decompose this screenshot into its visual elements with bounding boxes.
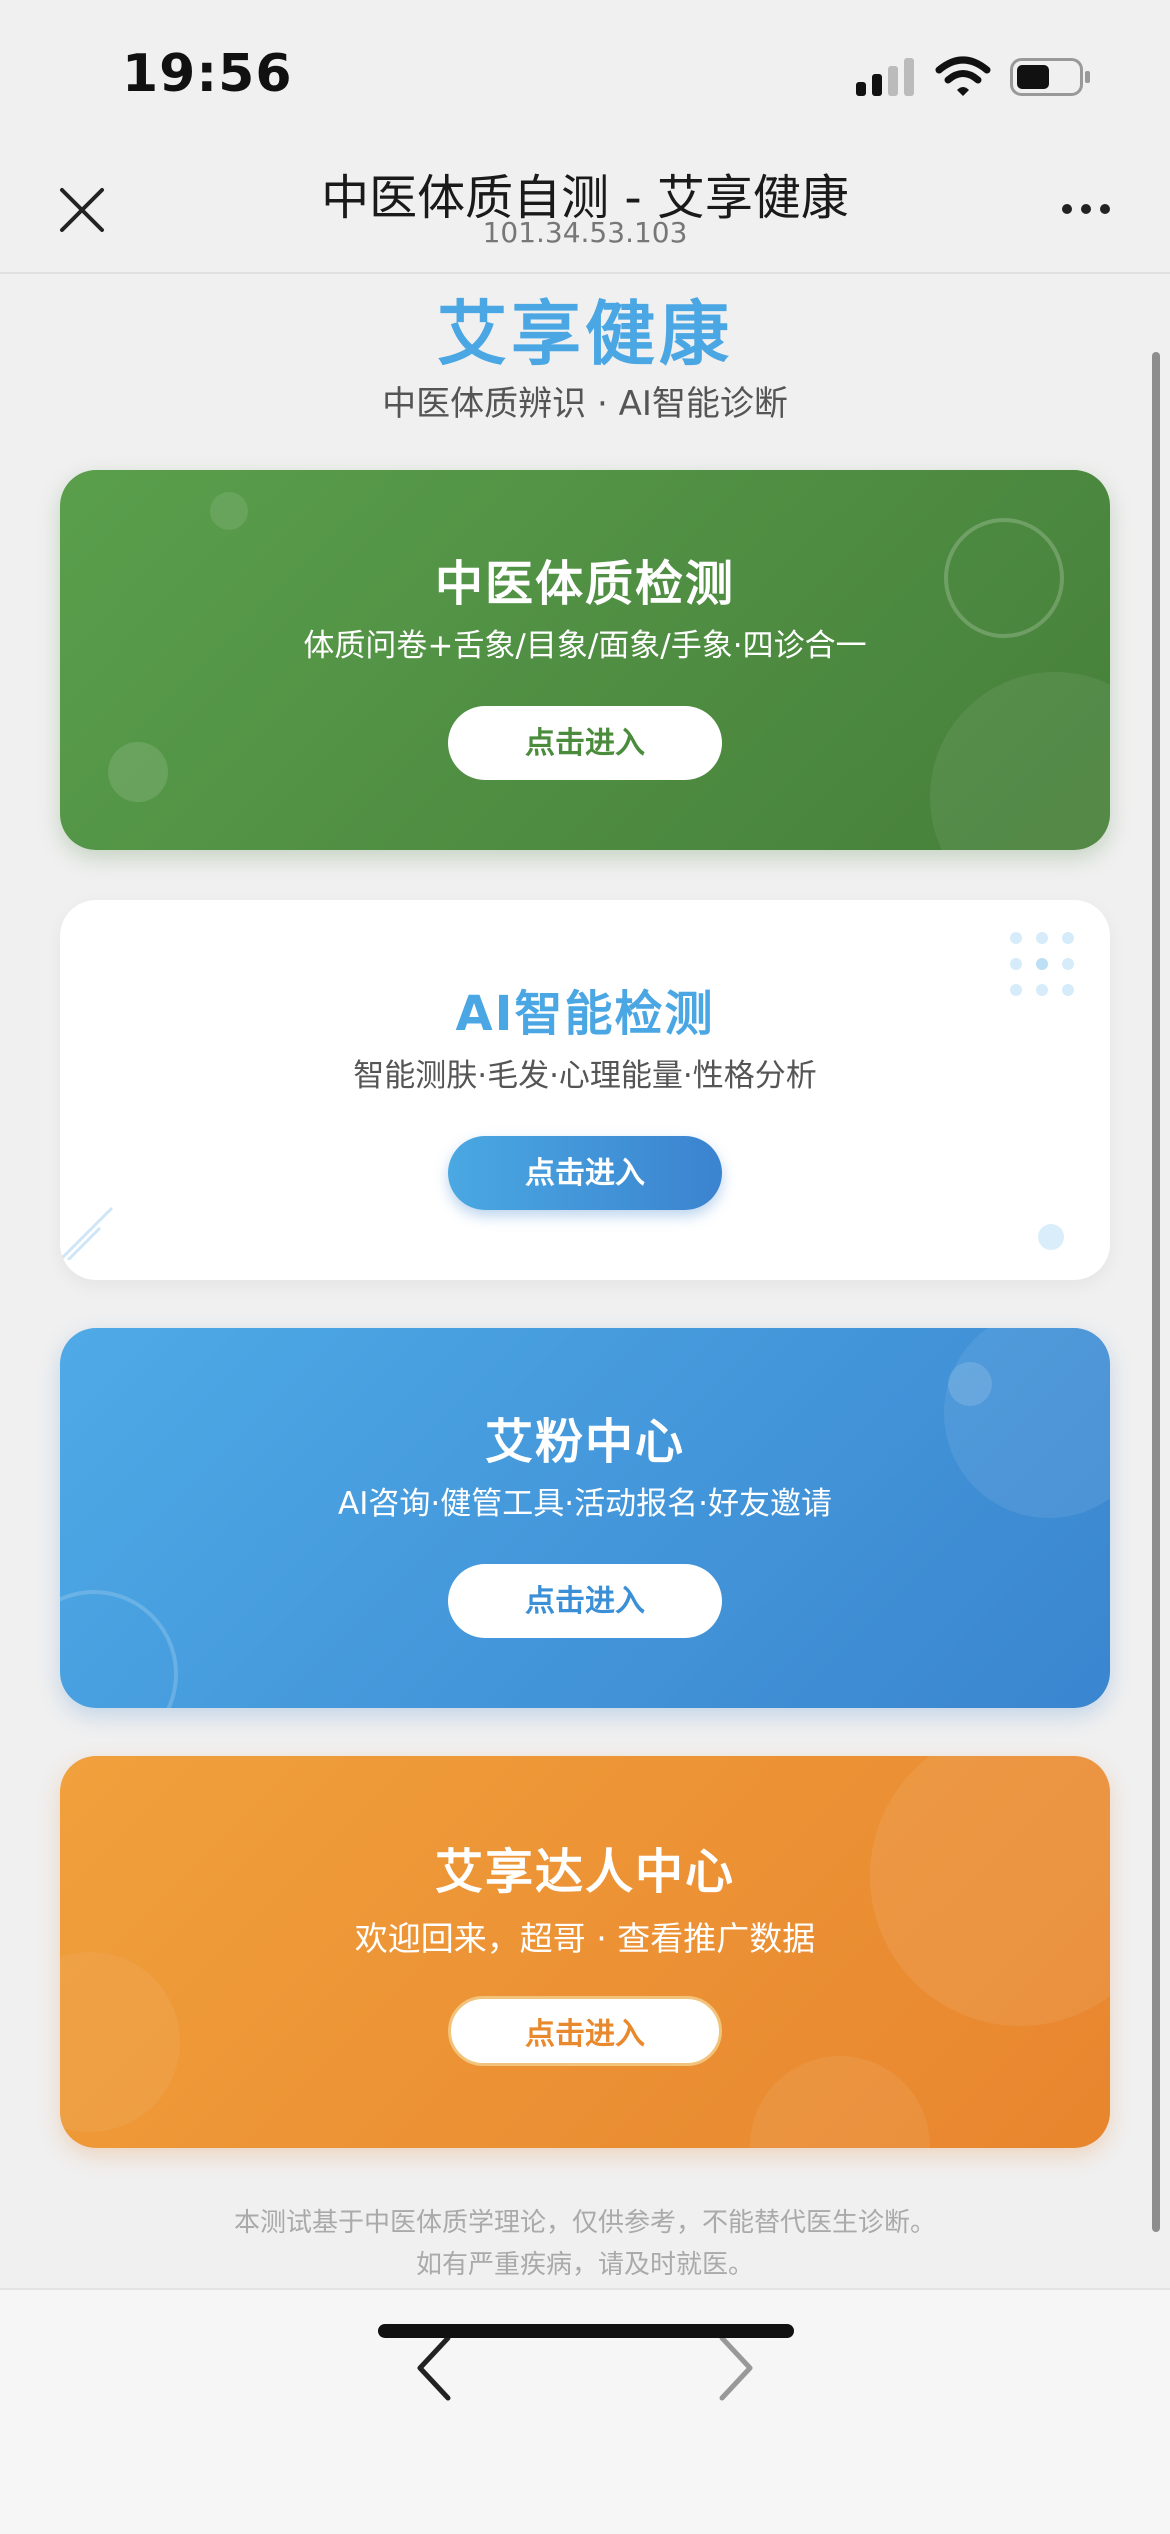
decor-lines (60, 1206, 114, 1260)
ai-detection-card[interactable]: AI智能检测 智能测肤·毛发·心理能量·性格分析 点击进入 (60, 900, 1110, 1280)
card-title: 艾粉中心 (484, 1414, 685, 1470)
card-description: 智能测肤·毛发·心理能量·性格分析 (353, 1058, 817, 1094)
decor-circle (930, 672, 1110, 850)
decor-circle (1038, 1224, 1064, 1250)
home-indicator (378, 2324, 794, 2338)
chevron-left-icon[interactable] (408, 2328, 458, 2408)
nav-header: 中医体质自测 - 艾享健康 101.34.53.103 (0, 150, 1170, 274)
battery-icon (1010, 58, 1090, 96)
enter-button[interactable]: 点击进入 (448, 1136, 722, 1210)
main-content: 艾享健康 中医体质辨识 · AI智能诊断 中医体质检测 体质问卷+舌象/目象/面… (0, 272, 1170, 2288)
tcm-constitution-card[interactable]: 中医体质检测 体质问卷+舌象/目象/面象/手象·四诊合一 点击进入 (60, 470, 1110, 850)
expert-center-card[interactable]: 艾享达人中心 欢迎回来，超哥 · 查看推广数据 点击进入 (60, 1756, 1110, 2148)
more-icon[interactable] (1058, 194, 1114, 224)
enter-button[interactable]: 点击进入 (448, 1564, 722, 1638)
disclaimer-line: 如有严重疾病，请及时就医。 (415, 2250, 754, 2280)
enter-button[interactable]: 点击进入 (448, 1996, 722, 2066)
scrollbar[interactable] (1152, 352, 1160, 2232)
decor-circle (108, 742, 168, 802)
decor-ring (60, 1590, 178, 1708)
disclaimer: 本测试基于中医体质学理论，仅供参考，不能替代医生诊断。 如有严重疾病，请及时就医… (0, 2202, 1170, 2286)
cellular-signal-icon (856, 58, 914, 96)
enter-button[interactable]: 点击进入 (448, 706, 722, 780)
brand-subtitle: 中医体质辨识 · AI智能诊断 (382, 384, 788, 424)
status-time: 19:56 (122, 44, 293, 104)
card-description: 体质问卷+舌象/目象/面象/手象·四诊合一 (303, 628, 867, 664)
disclaimer-line: 本测试基于中医体质学理论，仅供参考，不能替代医生诊断。 (233, 2208, 936, 2238)
card-title: AI智能检测 (455, 986, 715, 1042)
decor-circle (948, 1362, 992, 1406)
wifi-icon (935, 56, 991, 96)
fan-center-card[interactable]: 艾粉中心 AI咨询·健管工具·活动报名·好友邀请 点击进入 (60, 1328, 1110, 1708)
decor-circle (750, 2056, 930, 2148)
decor-circle (60, 1952, 180, 2132)
page-url: 101.34.53.103 (482, 216, 688, 249)
chevron-right-icon[interactable] (712, 2328, 762, 2408)
card-title: 艾享达人中心 (434, 1844, 735, 1900)
brand-title: 艾享健康 (437, 293, 733, 375)
decor-circle (210, 492, 248, 530)
card-title: 中医体质检测 (434, 556, 735, 612)
status-bar: 19:56 (0, 0, 1170, 150)
card-description: 欢迎回来，超哥 · 查看推广数据 (354, 1919, 816, 1958)
card-description: AI咨询·健管工具·活动报名·好友邀请 (338, 1486, 832, 1522)
